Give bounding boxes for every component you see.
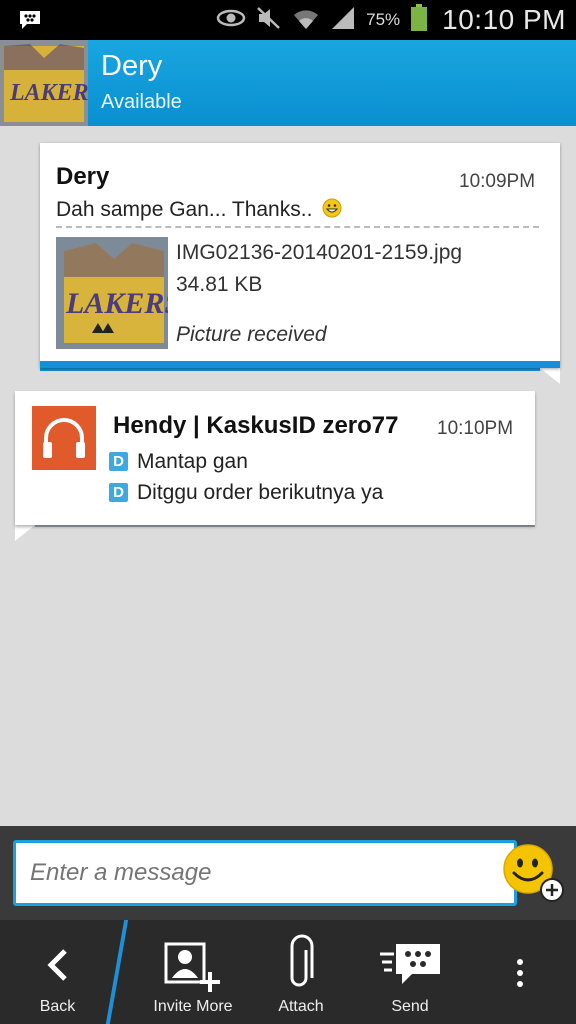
send-button[interactable]: Send: [364, 920, 456, 1024]
divider: [56, 226, 539, 228]
smiley-add-icon: [500, 844, 566, 910]
message-text: Dah sampe Gan... Thanks..: [56, 198, 342, 224]
message-time: 10:09PM: [459, 171, 536, 192]
add-contact-icon: [164, 942, 222, 999]
attach-button[interactable]: Attach: [254, 920, 348, 1024]
delivered-badge-icon: D: [109, 483, 128, 502]
back-button[interactable]: Back: [0, 920, 115, 1024]
message-line-text: Ditggu order berikutnya ya: [137, 481, 384, 504]
bbm-icon: [18, 9, 42, 36]
svg-text:LAKERS: LAKERS: [9, 80, 88, 106]
attachment-filename[interactable]: IMG02136-20140201-2159.jpg: [176, 241, 462, 265]
emoticon-button[interactable]: [500, 842, 566, 906]
bottom-toolbar: Back Invite More Attach Send: [0, 920, 576, 1024]
status-bar: 75% 10:10 PM: [0, 0, 576, 40]
avatar[interactable]: LAKERS: [0, 40, 102, 126]
invite-more-label: Invite More: [153, 998, 233, 1015]
message-input[interactable]: [13, 840, 517, 906]
message-sender: Dery: [56, 163, 110, 190]
eye-icon: [216, 8, 246, 33]
grin-emoji-icon: [322, 198, 342, 224]
message-sender: Hendy | KaskusID zero77: [113, 412, 399, 439]
battery-icon: [410, 3, 428, 37]
message-line-text: Mantap gan: [137, 450, 248, 473]
invite-more-button[interactable]: Invite More: [138, 920, 248, 1024]
message-text-content: Dah sampe Gan... Thanks..: [56, 198, 313, 221]
contact-name: Dery: [101, 50, 163, 82]
attach-label: Attach: [278, 998, 324, 1015]
contact-status: Available: [101, 91, 182, 113]
bbm-send-icon: [378, 942, 442, 991]
bubble-tail: [540, 368, 560, 384]
mute-icon: [256, 5, 282, 36]
delivered-badge-icon: D: [109, 452, 128, 471]
signal-icon: [330, 5, 356, 36]
back-label: Back: [39, 998, 76, 1015]
wifi-icon: [292, 5, 320, 36]
message-bubble-incoming[interactable]: Dery 10:09PM Dah sampe Gan... Thanks.. L…: [40, 143, 560, 368]
picture-thumbnail[interactable]: LAKERS: [56, 237, 181, 349]
back-arrow-icon: [45, 948, 71, 987]
message-time: 10:10PM: [437, 418, 514, 439]
overflow-menu-button[interactable]: [500, 920, 540, 1024]
paperclip-icon: [286, 934, 316, 997]
battery-percent: 75%: [366, 10, 401, 29]
bubble-tail: [15, 525, 35, 541]
headphones-icon: [32, 406, 96, 470]
message-bubble-outgoing[interactable]: Hendy | KaskusID zero77 10:10PM D Mantap …: [15, 391, 535, 525]
svg-text:LAKERS: LAKERS: [65, 287, 168, 320]
clock: 10:10 PM: [442, 4, 566, 35]
message-line: D Ditggu order berikutnya ya: [109, 481, 383, 505]
send-label: Send: [391, 998, 429, 1015]
compose-bar: [0, 826, 576, 920]
chat-header[interactable]: LAKERS Dery Available: [0, 40, 576, 126]
attachment-size: 34.81 KB: [176, 273, 263, 296]
more-vertical-icon: [516, 958, 524, 993]
message-line: D Mantap gan: [109, 450, 248, 474]
attachment-status: Picture received: [176, 323, 327, 346]
